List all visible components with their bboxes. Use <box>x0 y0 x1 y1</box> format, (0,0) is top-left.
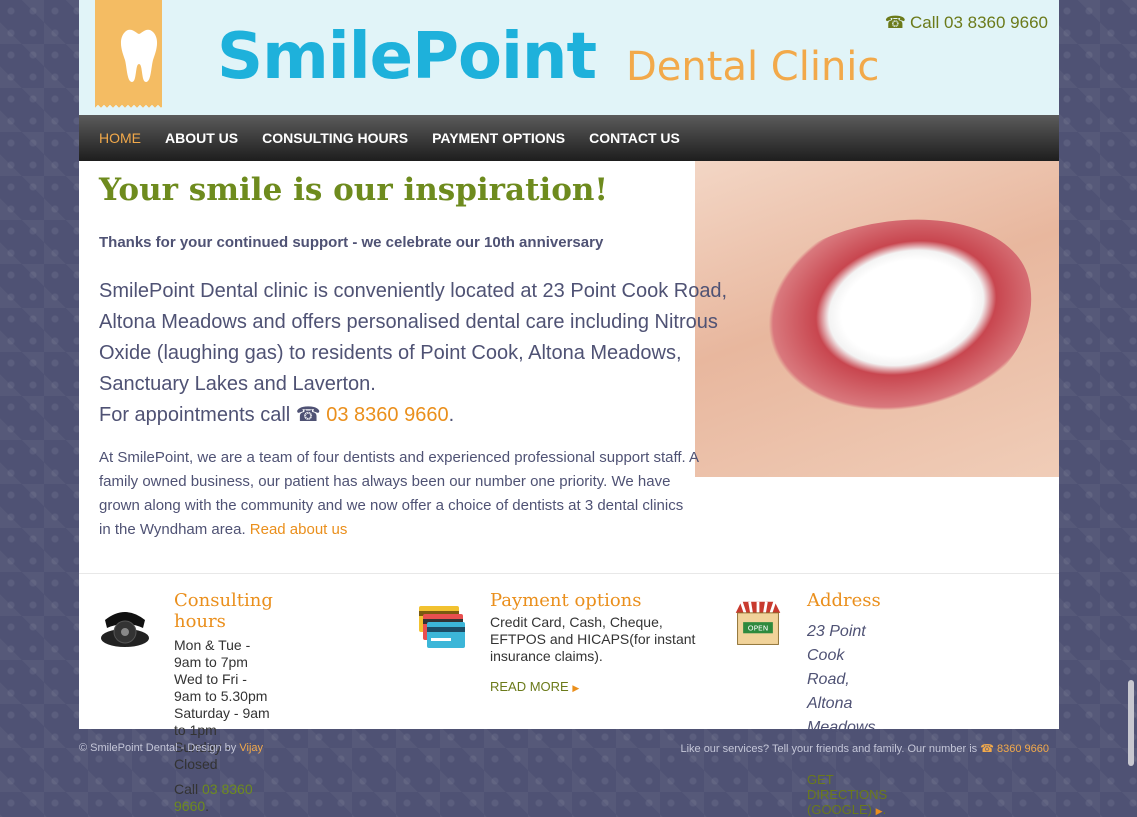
logo-badge[interactable] <box>95 0 162 110</box>
about-paragraph: At SmilePoint, we are a team of four den… <box>99 446 699 542</box>
site-header: SmilePoint Dental Clinic ☎ Call 03 8360 9… <box>79 0 1059 115</box>
payment-text: Credit Card, Cash, Cheque, EFTPOS and HI… <box>490 614 696 664</box>
designer-link[interactable]: Vijay <box>239 742 263 754</box>
nav-item-home[interactable]: HOME <box>99 130 141 146</box>
phone-icon: ☎ <box>980 743 994 755</box>
hours-line: Mon & Tue - 9am to 7pm <box>174 637 251 670</box>
hours-call: Call 03 8360 9660. <box>174 781 273 815</box>
get-directions-link[interactable]: GET DIRECTIONS (GOOGLE) ▶. <box>807 772 887 817</box>
credit-cards-icon <box>419 606 465 648</box>
nav-item-contact-us[interactable]: CONTACT US <box>589 130 680 146</box>
payment-options-title: Payment options <box>490 590 642 611</box>
read-more-label: READ MORE <box>490 679 569 694</box>
phone-icon: ☎ <box>884 13 906 32</box>
intro-paragraph: SmilePoint Dental clinic is conveniently… <box>99 276 729 431</box>
footer-share: Like our services? Tell your friends and… <box>680 742 1049 755</box>
scrollbar-thumb[interactable] <box>1128 680 1134 766</box>
page-title: Your smile is our inspiration! <box>99 172 609 208</box>
anniversary-text: Thanks for your continued support - we c… <box>99 234 604 251</box>
appointment-prefix: For appointments call <box>99 404 291 426</box>
brand-name[interactable]: SmilePoint <box>217 20 597 94</box>
smile-illustration <box>734 190 1056 452</box>
read-more-link[interactable]: READ MORE ▶ <box>490 679 710 694</box>
directions-suffix: . <box>882 802 887 817</box>
arrow-right-icon: ▶ <box>572 683 580 693</box>
address-line-1: 23 Point Cook Road, <box>807 623 866 688</box>
brand-subtitle: Dental Clinic <box>626 44 880 90</box>
appointment-suffix: . <box>448 404 455 426</box>
appointment-phone[interactable]: 03 8360 9660 <box>326 404 448 426</box>
tooth-icon <box>120 29 158 83</box>
nav-item-consulting-hours[interactable]: CONSULTING HOURS <box>262 130 408 146</box>
call-suffix: . <box>205 798 210 814</box>
copyright-text: © SmilePoint Dental - Design by <box>79 742 237 754</box>
footer-phone[interactable]: 8360 9660 <box>997 743 1049 755</box>
nav-item-about-us[interactable]: ABOUT US <box>165 130 238 146</box>
main-nav: HOME ABOUT US CONSULTING HOURS PAYMENT O… <box>79 115 1059 161</box>
section-divider <box>79 573 1059 574</box>
intro-text: SmilePoint Dental clinic is conveniently… <box>99 280 728 395</box>
read-about-us-link[interactable]: Read about us <box>250 521 348 538</box>
nav-item-payment-options[interactable]: PAYMENT OPTIONS <box>432 130 565 146</box>
shop-icon: OPEN <box>735 601 781 645</box>
header-phone[interactable]: ☎ Call 03 8360 9660 <box>885 13 1048 33</box>
telephone-icon <box>101 612 149 647</box>
shop-sign-text: OPEN <box>748 624 769 633</box>
page-container: SmilePoint Dental Clinic ☎ Call 03 8360 9… <box>79 0 1059 817</box>
header-phone-text: Call 03 8360 9660 <box>909 13 1048 32</box>
call-prefix: Call <box>174 781 199 797</box>
hours-line: Wed to Fri - 9am to 5.30pm <box>174 671 268 704</box>
hours-line: Saturday - 9am to 1pm <box>174 705 270 738</box>
footer-share-text: Like our services? Tell your friends and… <box>680 743 978 755</box>
footer-copyright: © SmilePoint Dental - Design by Vijay <box>79 742 263 754</box>
consulting-hours-title: Consulting hours <box>174 590 273 632</box>
arrow-right-icon: ▶ <box>875 806 883 816</box>
phone-icon: ☎ <box>295 404 321 426</box>
about-text: At SmilePoint, we are a team of four den… <box>99 449 699 538</box>
smile-hero-image <box>695 161 1059 477</box>
address-title: Address <box>807 590 881 611</box>
